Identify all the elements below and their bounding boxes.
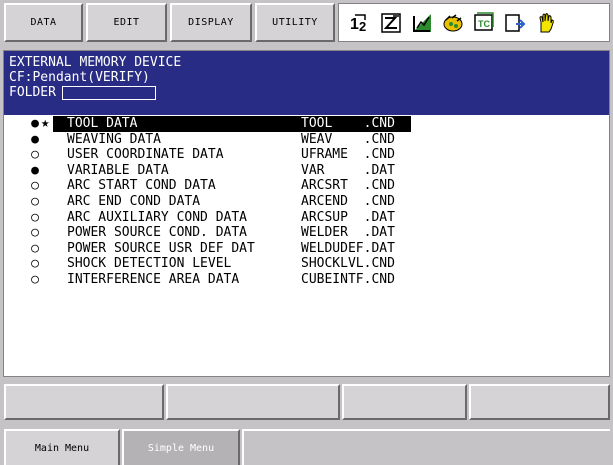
list-item-arc-end-cond-data[interactable]: ○ ARC END COND DATA ARCEND .CND (4, 194, 609, 210)
item-name: ARC START COND DATA (67, 178, 216, 194)
item-filename: WELDER .DAT (301, 225, 395, 241)
selection-mark: ○ (31, 240, 39, 256)
list-item-interference-area-data[interactable]: ○ INTERFERENCE AREA DATA CUBEINTF.CND (4, 272, 609, 288)
list-item-variable-data[interactable]: ● VARIABLE DATA VAR .DAT (4, 163, 609, 179)
folder-input[interactable] (61, 85, 156, 100)
list-item-arc-auxiliary-cond-data[interactable]: ○ ARC AUXILIARY COND DATA ARCSUP .DAT (4, 210, 609, 226)
selection-mark: ○ (31, 256, 39, 272)
item-name: USER COORDINATE DATA (67, 147, 224, 163)
item-name: VARIABLE DATA (67, 162, 169, 178)
main-menu-tab[interactable]: Main Menu (4, 429, 120, 465)
item-filename: TOOL .CND (301, 116, 395, 131)
item-name: SHOCK DETECTION LEVEL (67, 256, 232, 272)
function-key-bar (0, 382, 613, 422)
item-name: ARC AUXILIARY COND DATA (67, 209, 248, 225)
step-graph-icon (413, 13, 431, 32)
multi-group-icon: 1 2 (350, 13, 366, 34)
item-name: POWER SOURCE USR DEF DAT (67, 240, 255, 256)
list-item-weaving-data[interactable]: ● WEAVING DATA WEAV .CND (4, 132, 609, 148)
list-item-power-source-cond-data[interactable]: ○ POWER SOURCE COND. DATA WELDER .DAT (4, 225, 609, 241)
menu-utility-button[interactable]: UTILITY (255, 3, 335, 42)
selection-mark: ○ (31, 271, 39, 287)
star-icon: ★ (41, 115, 50, 131)
item-filename: WELDUDEF.DAT (301, 240, 395, 256)
bottom-tab-bar: Main Menu Simple Menu (0, 427, 613, 465)
selection-mark: ● (31, 116, 39, 131)
list-item-power-source-usr-def-dat[interactable]: ○ POWER SOURCE USR DEF DAT WELDUDEF.DAT (4, 241, 609, 257)
selection-mark: ○ (31, 147, 39, 163)
item-name: TOOL DATA (67, 116, 138, 131)
panel-title: EXTERNAL MEMORY DEVICE (9, 55, 182, 70)
menu-edit-button[interactable]: EDIT (86, 3, 167, 42)
item-filename: CUBEINTF.CND (301, 271, 395, 287)
file-list: ● ★ TOOL DATA TOOL .CND ● WEAVING DATA W… (4, 115, 609, 288)
selection-mark: ○ (31, 193, 39, 209)
function-key-4[interactable] (469, 384, 610, 420)
external-memory-panel: EXTERNAL MEMORY DEVICE CF:Pendant(VERIFY… (3, 50, 610, 377)
selection-mark: ○ (31, 225, 39, 241)
item-filename: ARCEND .CND (301, 193, 395, 209)
item-filename: WEAV .CND (301, 131, 395, 147)
folder-row: FOLDER (9, 85, 609, 100)
list-item-shock-detection-level[interactable]: ○ SHOCK DETECTION LEVEL SHOCKLVL.CND (4, 256, 609, 272)
menu-data-button[interactable]: DATA (4, 3, 83, 42)
item-name: POWER SOURCE COND. DATA (67, 225, 248, 241)
selection-mark: ● (31, 131, 39, 147)
svg-text:2: 2 (359, 19, 366, 34)
status-area: 1 2 TC (338, 3, 610, 42)
selection-mark: ○ (31, 178, 39, 194)
selection-mark: ● (31, 162, 39, 178)
item-name: ARC END COND DATA (67, 193, 201, 209)
simple-menu-tab[interactable]: Simple Menu (122, 429, 240, 465)
folder-label: FOLDER (9, 85, 56, 100)
item-name: INTERFERENCE AREA DATA (67, 271, 240, 287)
item-filename: SHOCKLVL.CND (301, 256, 395, 272)
hand-icon (539, 12, 554, 32)
function-key-2[interactable] (166, 384, 340, 420)
program-icon (505, 13, 526, 32)
item-filename: ARCSRT .CND (301, 178, 395, 194)
tab-bar-filler (242, 429, 610, 465)
item-filename: VAR .DAT (301, 162, 395, 178)
panel-header: EXTERNAL MEMORY DEVICE CF:Pendant(VERIFY… (4, 51, 609, 115)
item-filename: UFRAME .CND (301, 147, 395, 163)
item-name: WEAVING DATA (67, 131, 161, 147)
svg-text:1: 1 (350, 16, 359, 33)
screen-icon: TC (474, 11, 494, 31)
function-key-1[interactable] (4, 384, 164, 420)
list-item-arc-start-cond-data[interactable]: ○ ARC START COND DATA ARCSRT .CND (4, 178, 609, 194)
operation-icon (443, 13, 463, 31)
function-key-3[interactable] (342, 384, 467, 420)
device-label: CF:Pendant(VERIFY) (9, 70, 150, 85)
list-item-user-coordinate-data[interactable]: ○ USER COORDINATE DATA UFRAME .CND (4, 147, 609, 163)
teach-mode-icon (381, 12, 401, 33)
svg-text:TC: TC (478, 19, 490, 29)
top-menu-bar: DATA EDIT DISPLAY UTILITY 1 2 TC (0, 0, 613, 46)
list-item-tool-data[interactable]: ● ★ TOOL DATA TOOL .CND (4, 115, 609, 132)
selection-mark: ○ (31, 209, 39, 225)
item-filename: ARCSUP .DAT (301, 209, 395, 225)
menu-display-button[interactable]: DISPLAY (170, 3, 252, 42)
